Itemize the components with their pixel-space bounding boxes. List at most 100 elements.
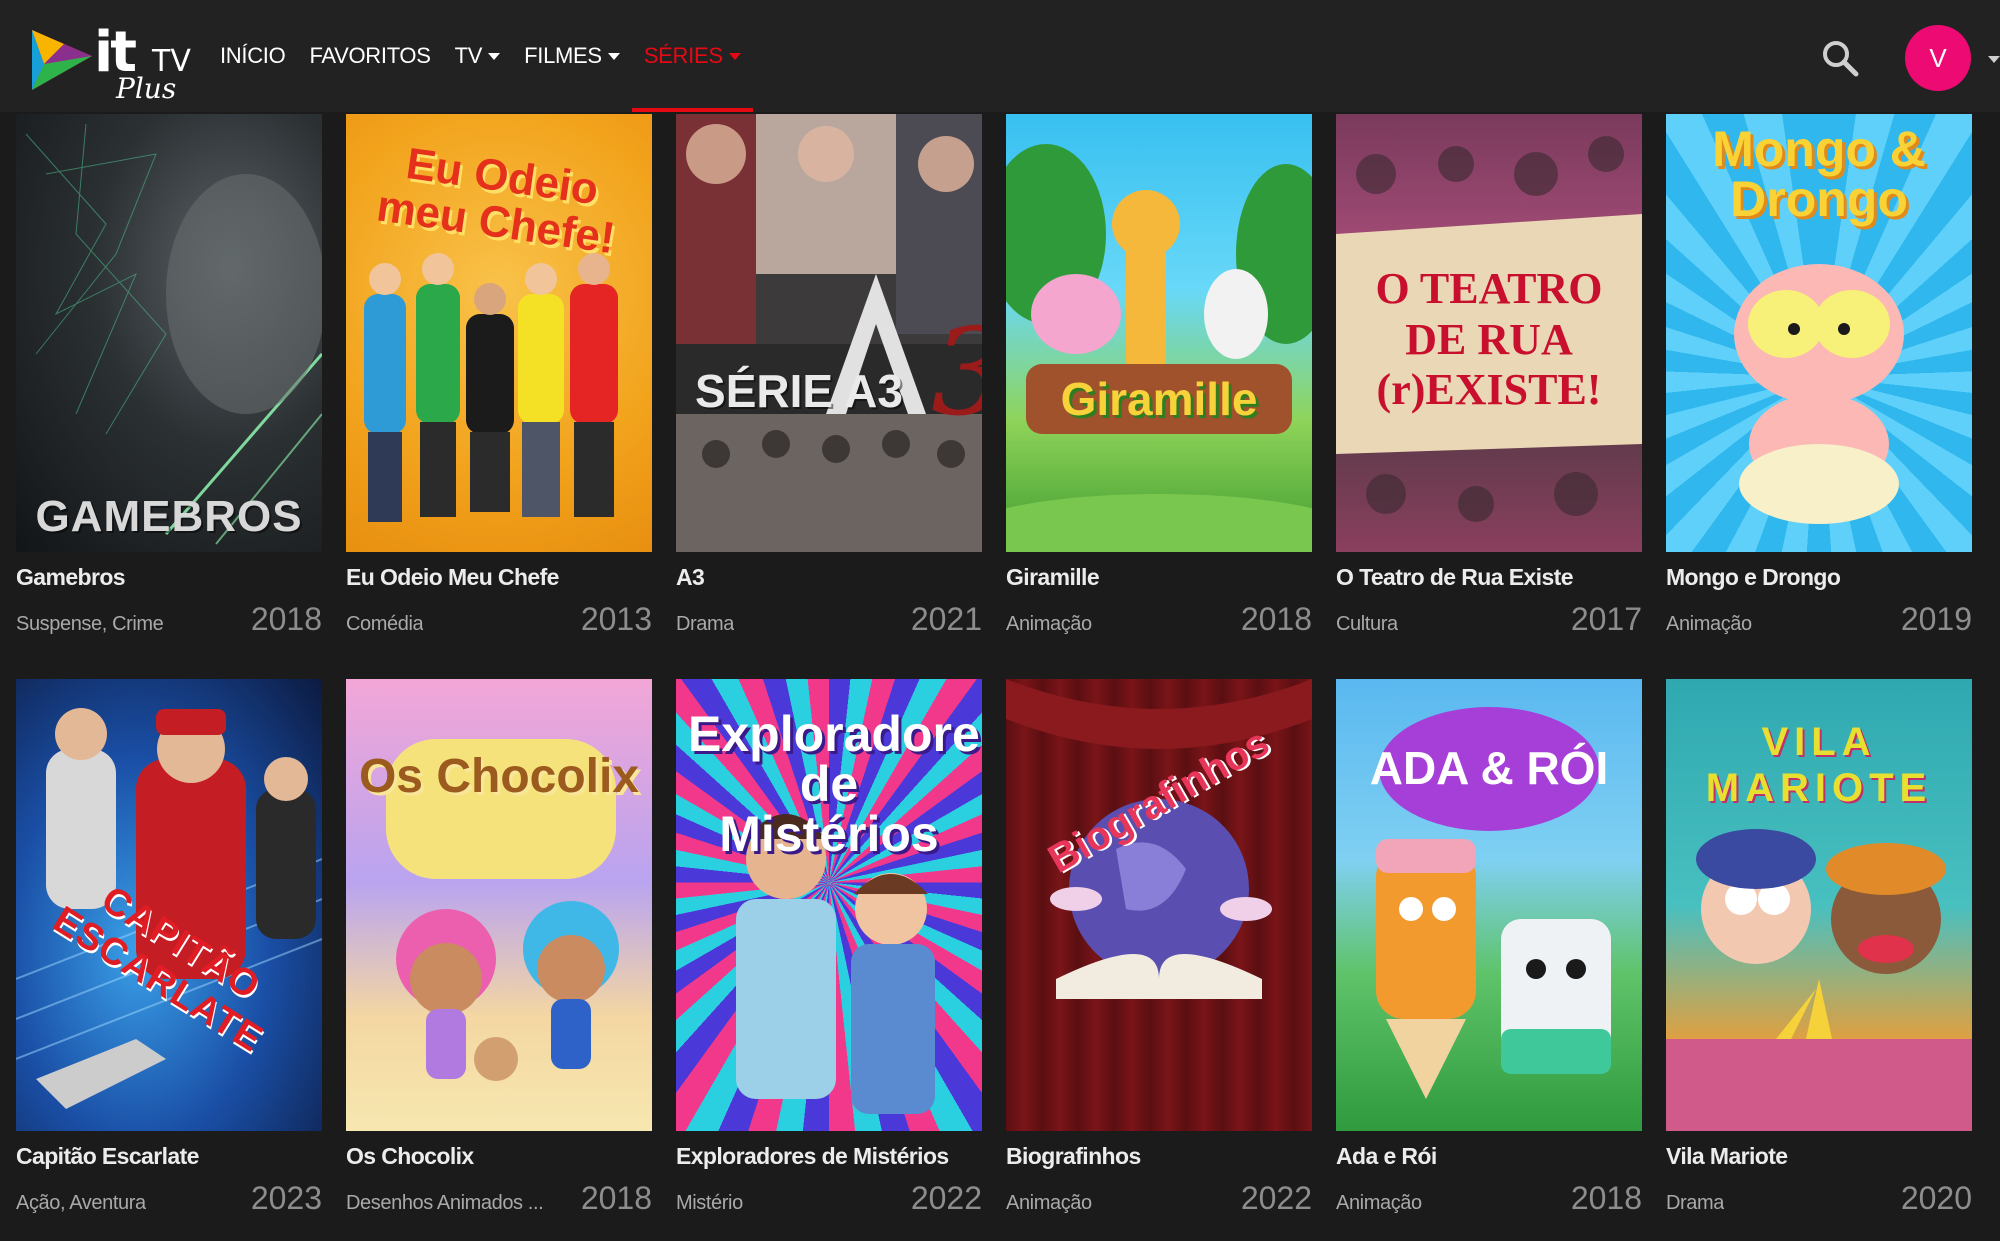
series-card-eu-odeio-meu-chefe[interactable]: Eu Odeio meu Chefe! Eu Odeio Meu Chefe C… [346,114,652,638]
series-card-biografinhos[interactable]: Biografinhos Biografinhos Animação 2022 [1006,679,1312,1217]
series-poster[interactable]: GAMEBROS [16,114,322,552]
poster-title-text: GAMEBROS [35,492,303,541]
poster-art: 3 [676,114,982,552]
series-card-capitao-escarlate[interactable]: CAPITÃO ESCARLATE Capitão Escarlate Ação… [16,679,322,1217]
series-meta: Animação 2022 [1006,1180,1312,1217]
avatar-initial: V [1929,42,1947,73]
series-title[interactable]: Mongo e Drongo [1666,564,1972,591]
nav-tv-label: TV [454,43,483,68]
series-genre: Drama [1666,1192,1725,1214]
series-meta: Animação 2018 [1336,1180,1642,1217]
play-logo-icon [32,30,92,90]
main-nav: INÍCIO FAVORITOS TV FILMES SÉRIES [220,0,765,112]
series-meta: Cultura 2017 [1336,601,1642,638]
series-year: 2013 [580,601,652,637]
series-meta: Animação 2019 [1666,601,1972,638]
series-genre: Animação [1006,1192,1092,1214]
series-meta: Drama 2020 [1666,1180,1972,1217]
series-meta: Ação, Aventura 2023 [16,1180,322,1217]
series-card-a3[interactable]: 3 SÉRIE A3 A3 Drama 2021 [676,114,982,638]
poster-title-text: ADA & RÓI [1369,742,1609,794]
nav-series-dropdown[interactable]: SÉRIES [631,0,753,112]
caret-down-icon [728,52,741,60]
series-title[interactable]: Os Chocolix [346,1143,652,1170]
series-year: 2022 [1240,1180,1312,1216]
series-poster[interactable]: Giramille [1006,114,1312,552]
series-year: 2022 [910,1180,982,1216]
series-poster[interactable]: 3 SÉRIE A3 [676,114,982,552]
series-meta: Drama 2021 [676,601,982,638]
series-poster[interactable]: Biografinhos [1006,679,1312,1131]
series-year: 2019 [1900,601,1972,637]
series-card-os-chocolix[interactable]: Os Chocolix Os Chocolix Desenhos Animado… [346,679,652,1217]
series-title[interactable]: O Teatro de Rua Existe [1336,564,1642,591]
series-year: 2018 [580,1180,652,1216]
series-title[interactable]: Gamebros [16,564,322,591]
top-navbar: it TV Plus INÍCIO FAVORITOS TV FILMES SÉ… [0,0,2000,112]
series-genre: Cultura [1336,613,1398,635]
search-icon[interactable] [1820,38,1860,78]
series-poster[interactable]: VILA MARIOTE [1666,679,1972,1131]
series-card-ada-e-roi[interactable]: ADA & RÓI Ada e Rói Animação 2018 [1336,679,1642,1217]
nav-filmes-label: FILMES [524,43,602,68]
avatar-menu-caret-icon[interactable] [1988,56,2000,63]
series-title[interactable]: Exploradores de Mistérios [676,1143,982,1170]
nav-inicio[interactable]: INÍCIO [220,0,286,112]
series-title[interactable]: A3 [676,564,982,591]
nav-favoritos[interactable]: FAVORITOS [309,0,430,112]
poster-art [1006,144,1312,552]
series-year: 2017 [1570,601,1642,637]
nav-filmes-dropdown[interactable]: FILMES [524,0,620,112]
series-title[interactable]: Ada e Rói [1336,1143,1642,1170]
series-card-exploradores-de-misterios[interactable]: Exploradores de Mistérios Exploradores d… [676,679,982,1217]
series-title[interactable]: Capitão Escarlate [16,1143,322,1170]
series-title[interactable]: Eu Odeio Meu Chefe [346,564,652,591]
ittv-plus-logo[interactable]: it TV Plus [30,20,191,105]
series-genre: Drama [676,613,735,635]
series-poster[interactable]: Eu Odeio meu Chefe! [346,114,652,552]
series-poster[interactable]: Exploradores de Mistérios [676,679,982,1131]
series-year: 2018 [1570,1180,1642,1216]
series-genre: Animação [1006,613,1092,635]
poster-title-text: Mongo & Drongo [1712,121,1926,227]
series-meta: Animação 2018 [1006,601,1312,638]
series-meta: Suspense, Crime 2018 [16,601,322,638]
nav-tv-dropdown[interactable]: TV [455,0,501,112]
series-card-o-teatro-de-rua-existe[interactable]: O TEATRO DE RUA (r)EXISTE! O Teatro de R… [1336,114,1642,638]
series-meta: Desenhos Animados ... 2018 [346,1180,652,1217]
poster-title-text: O TEATRO DE RUA (r)EXISTE! [1375,264,1603,415]
series-genre: Suspense, Crime [16,613,164,635]
series-card-giramille[interactable]: Giramille Giramille Animação 2018 [1006,114,1312,638]
series-genre: Comédia [346,613,424,635]
series-genre: Desenhos Animados ... [346,1192,544,1214]
poster-art [25,123,322,545]
series-year: 2021 [910,601,982,637]
series-poster[interactable]: CAPITÃO ESCARLATE [16,679,322,1131]
nav-inicio-label: INÍCIO [220,43,286,68]
user-avatar[interactable]: V [1905,25,1971,91]
series-year: 2023 [250,1180,322,1216]
series-card-vila-mariote[interactable]: VILA MARIOTE Vila Mariote Drama 2020 [1666,679,1972,1217]
series-meta: Comédia 2013 [346,601,652,638]
logo-plus-text: Plus [116,72,177,105]
poster-title-text: Os Chocolix [358,750,640,803]
series-card-mongo-e-drongo[interactable]: Mongo & Drongo Mongo e Drongo Animação 2… [1666,114,1972,638]
nav-favoritos-label: FAVORITOS [309,43,431,68]
poster-art [364,253,618,522]
series-title[interactable]: Giramille [1006,564,1312,591]
series-title[interactable]: Vila Mariote [1666,1143,1972,1170]
series-poster[interactable]: Mongo & Drongo [1666,114,1972,552]
series-year: 2020 [1900,1180,1972,1216]
series-title[interactable]: Biografinhos [1006,1143,1312,1170]
caret-down-icon [488,52,501,60]
series-meta: Mistério 2022 [676,1180,982,1217]
series-poster[interactable]: Os Chocolix [346,679,652,1131]
series-poster[interactable]: ADA & RÓI [1336,679,1642,1131]
poster-title-text: VILA MARIOTE [1705,720,1933,810]
series-year: 2018 [1240,601,1312,637]
series-poster[interactable]: O TEATRO DE RUA (r)EXISTE! [1336,114,1642,552]
poster-art [386,739,619,1081]
poster-title-text: Exploradores de Mistérios [688,706,982,862]
series-genre: Animação [1336,1192,1422,1214]
series-card-gamebros[interactable]: GAMEBROS Gamebros Suspense, Crime 2018 [16,114,322,638]
